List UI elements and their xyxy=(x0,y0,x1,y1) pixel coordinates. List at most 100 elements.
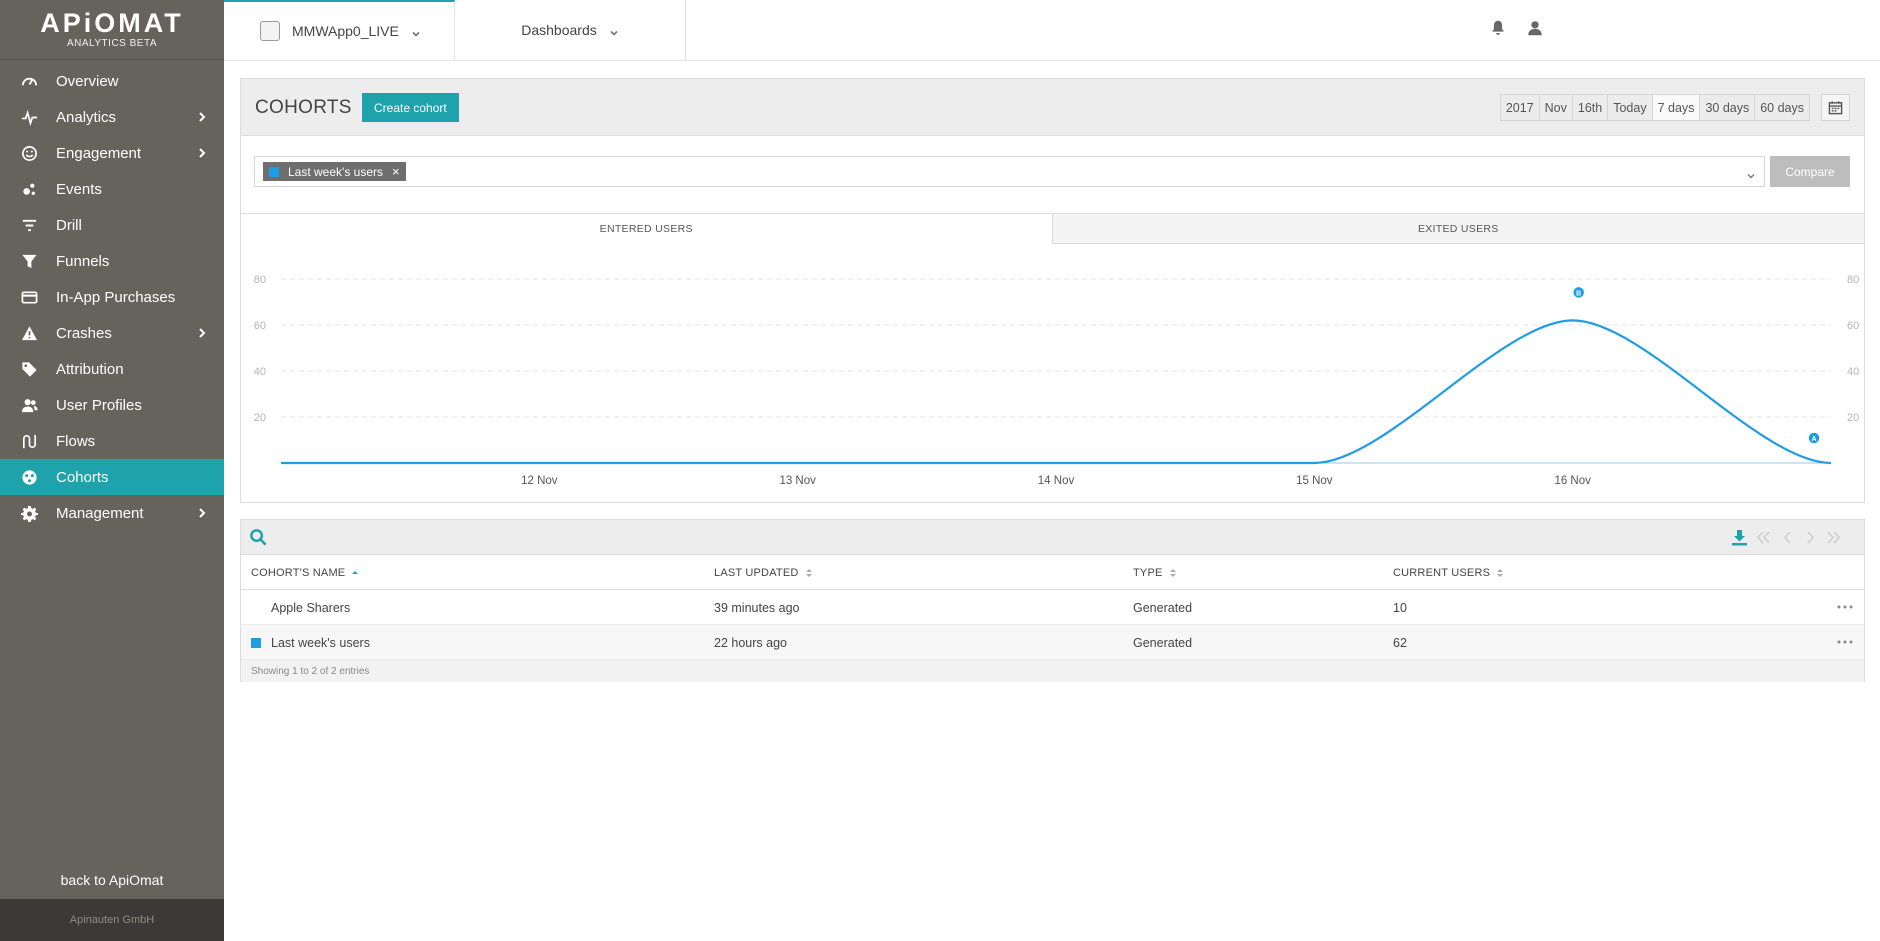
table-footer: Showing 1 to 2 of 2 entries xyxy=(241,660,1864,682)
bell-icon[interactable] xyxy=(1489,19,1509,39)
more-options-icon[interactable] xyxy=(1836,600,1854,614)
column-current-users[interactable]: CURRENT USERS xyxy=(1393,555,1504,590)
selected-cohort-tag[interactable]: Last week's users × xyxy=(263,162,406,181)
gear-icon xyxy=(20,504,38,522)
cell-last-updated: 39 minutes ago xyxy=(714,600,800,615)
sidebar-item-label: Flows xyxy=(56,432,96,450)
sidebar-item-user-profiles[interactable]: User Profiles xyxy=(0,387,224,423)
logo-text: APiOMAT xyxy=(40,8,184,38)
selected-cohort-label: Last week's users xyxy=(288,164,383,179)
sort-asc-icon xyxy=(351,568,359,578)
sidebar-item-label: Cohorts xyxy=(56,468,109,486)
search-icon[interactable] xyxy=(249,528,269,548)
cell-cohort-name[interactable]: Apple Sharers xyxy=(271,590,350,625)
range-option[interactable]: 30 days xyxy=(1700,95,1756,120)
table-row[interactable]: Last week's users 22 hours ago Generated… xyxy=(241,625,1864,660)
annotation-label: A xyxy=(1811,436,1816,443)
sidebar-item-overview[interactable]: Overview xyxy=(0,63,224,99)
sidebar-item-crashes[interactable]: Crashes xyxy=(0,315,224,351)
back-link[interactable]: back to ApiOmat xyxy=(0,872,224,888)
column-last-updated[interactable]: LAST UPDATED xyxy=(714,555,813,590)
y-tick-label-right: 80 xyxy=(1847,274,1859,286)
range-option[interactable]: Nov xyxy=(1540,95,1573,120)
sidebar-item-flows[interactable]: Flows xyxy=(0,423,224,459)
range-option[interactable]: 60 days xyxy=(1755,95,1809,120)
range-option[interactable]: 16th xyxy=(1573,95,1609,120)
sidebar-item-management[interactable]: Management xyxy=(0,495,224,531)
remove-tag-icon[interactable]: × xyxy=(392,164,400,179)
chart-svg: 20 20 40 40 60 60 80 80 12 Nov 13 Nov 14 Nov 15 Nov… xyxy=(254,274,1860,487)
page-title: COHORTS xyxy=(255,97,352,118)
more-options-icon[interactable] xyxy=(1836,635,1854,649)
first-page-icon[interactable] xyxy=(1755,529,1772,546)
chevron-right-icon xyxy=(194,109,210,125)
cell-current-users: 10 xyxy=(1393,600,1407,615)
sidebar-nav: Overview Analytics Engagement Events Drill Fu… xyxy=(0,63,224,531)
sidebar-item-label: Overview xyxy=(56,72,119,90)
sidebar-footer: Apinauten GmbH xyxy=(0,899,224,941)
cell-last-updated: 22 hours ago xyxy=(714,635,787,650)
annotation-label: B xyxy=(1576,290,1581,297)
download-icon[interactable] xyxy=(1731,529,1748,546)
app-selector[interactable]: MMWApp0_LIVE xyxy=(224,0,455,60)
dots-icon xyxy=(20,180,38,198)
y-tick-label: 60 xyxy=(254,320,266,332)
app-name: MMWApp0_LIVE xyxy=(292,23,399,39)
smiley-icon xyxy=(20,144,38,162)
chevron-down-icon xyxy=(609,25,619,36)
sort-icon xyxy=(1169,568,1177,578)
sidebar-item-cohorts[interactable]: Cohorts xyxy=(0,459,224,495)
calendar-icon xyxy=(1828,101,1843,115)
next-page-icon[interactable] xyxy=(1802,529,1819,546)
sidebar-item-label: Drill xyxy=(56,216,82,234)
cohort-select[interactable]: Last week's users × xyxy=(254,156,1765,187)
app-icon xyxy=(260,21,280,41)
series-swatch xyxy=(269,166,279,177)
date-range-selector: 2017 Nov 16th Today 7 days 30 days 60 days xyxy=(1499,94,1810,121)
sidebar-item-drill[interactable]: Drill xyxy=(0,207,224,243)
cell-type: Generated xyxy=(1133,600,1193,615)
sidebar-item-funnels[interactable]: Funnels xyxy=(0,243,224,279)
compare-button[interactable]: Compare xyxy=(1770,156,1850,187)
range-option[interactable]: Today xyxy=(1608,95,1653,120)
column-cohort-name[interactable]: COHORT'S NAME xyxy=(251,555,359,590)
warning-icon xyxy=(20,324,38,342)
users-icon xyxy=(20,396,38,414)
user-icon[interactable] xyxy=(1526,19,1546,39)
funnel-icon xyxy=(20,252,38,270)
flows-icon xyxy=(20,432,38,450)
sidebar-item-attribution[interactable]: Attribution xyxy=(0,351,224,387)
table-row[interactable]: Apple Sharers 39 minutes ago Generated 1… xyxy=(241,590,1864,625)
calendar-button[interactable] xyxy=(1821,94,1850,121)
tab-exited-users[interactable]: EXITED USERS xyxy=(1052,213,1864,244)
sidebar-item-label: Events xyxy=(56,180,102,198)
sidebar-item-label: Crashes xyxy=(56,324,112,342)
y-tick-label-right: 20 xyxy=(1847,412,1859,424)
y-tick-label-right: 60 xyxy=(1847,320,1859,332)
create-cohort-button[interactable]: Create cohort xyxy=(362,93,459,122)
panel-header: COHORTS Create cohort 2017 Nov 16th Today 7 … xyxy=(241,79,1864,136)
logo[interactable]: APiOMAT ANALYTICS BETA xyxy=(0,0,224,60)
range-option[interactable]: 2017 xyxy=(1501,95,1540,120)
x-tick-label: 16 Nov xyxy=(1554,475,1591,487)
last-page-icon[interactable] xyxy=(1825,529,1842,546)
sidebar-item-engagement[interactable]: Engagement xyxy=(0,135,224,171)
chevron-down-icon xyxy=(411,26,421,37)
dashboards-selector[interactable]: Dashboards xyxy=(455,0,686,60)
range-option[interactable]: 7 days xyxy=(1652,95,1701,120)
cohorts-table-panel: COHORT'S NAME LAST UPDATED TYPE CURRENT … xyxy=(240,519,1865,682)
sidebar-item-events[interactable]: Events xyxy=(0,171,224,207)
x-tick-label: 12 Nov xyxy=(521,475,558,487)
tab-entered-users[interactable]: ENTERED USERS xyxy=(241,213,1053,244)
cell-cohort-name[interactable]: Last week's users xyxy=(271,625,370,660)
sidebar-item-analytics[interactable]: Analytics xyxy=(0,99,224,135)
prev-page-icon[interactable] xyxy=(1779,529,1796,546)
column-type[interactable]: TYPE xyxy=(1133,555,1177,590)
cohorts-icon xyxy=(20,468,38,486)
y-tick-label-right: 40 xyxy=(1847,366,1859,378)
table-toolbar xyxy=(241,520,1864,555)
sidebar-item-in-app-purchases[interactable]: In-App Purchases xyxy=(0,279,224,315)
logo-subtitle: ANALYTICS BETA xyxy=(67,38,157,49)
chevron-down-icon[interactable] xyxy=(1746,168,1756,179)
column-label: CURRENT USERS xyxy=(1393,566,1491,579)
